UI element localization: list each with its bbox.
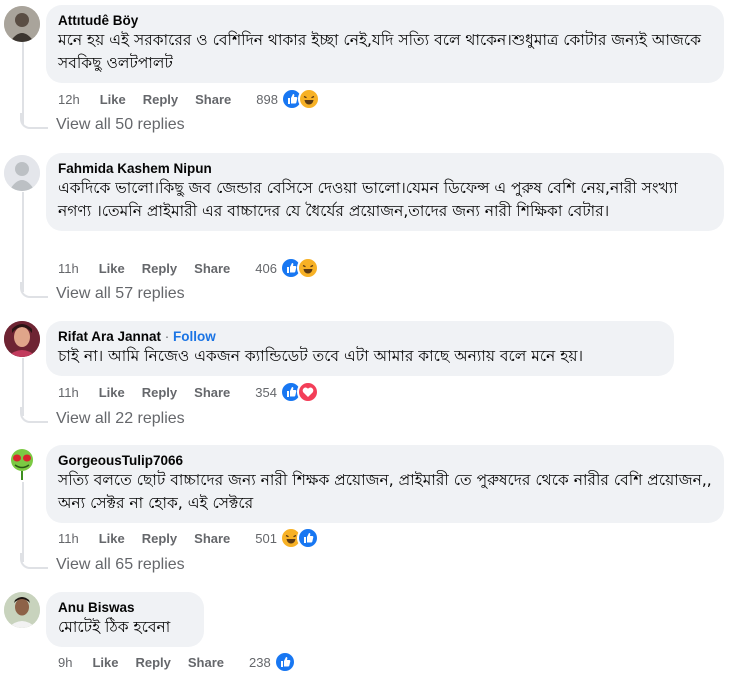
reaction-count: 354 (255, 384, 277, 400)
reaction-summary[interactable]: 406 (255, 257, 319, 279)
share-button[interactable]: Share (194, 261, 230, 276)
view-replies-label[interactable]: View all 57 replies (56, 285, 185, 303)
comment-author[interactable]: Fahmida Kashem Nipun (58, 160, 712, 177)
comment-author[interactable]: GorgeousTulip7066 (58, 452, 712, 469)
avatar[interactable] (4, 592, 40, 628)
follow-button[interactable]: Follow (173, 329, 216, 344)
avatar[interactable] (4, 445, 40, 481)
share-button[interactable]: Share (194, 531, 230, 546)
comment-time[interactable]: 12h (58, 92, 80, 107)
reply-thread-connector (20, 407, 48, 423)
reply-button[interactable]: Reply (142, 385, 177, 400)
avatar[interactable] (4, 155, 40, 191)
comment-text: একদিকে ভালো।কিছু জব জেন্ডার বেসিসে দেওয়… (58, 179, 678, 220)
comment-time[interactable]: 11h (58, 261, 79, 276)
comment-author: Rifat Ara Jannat · Follow (58, 328, 662, 345)
comment-bubble: Fahmida Kashem Nipun একদিকে ভালো।কিছু জব… (46, 153, 724, 231)
view-replies-link[interactable]: View all 22 replies (20, 407, 185, 428)
comment-actions: 11h Like Reply Share 501 (58, 527, 319, 549)
comment-text: মনে হয় এই সরকারের ও বেশিদিন থাকার ইচ্ছা… (58, 31, 701, 72)
avatar[interactable] (4, 6, 40, 42)
comment-time[interactable]: 11h (58, 531, 79, 546)
view-replies-label[interactable]: View all 50 replies (56, 116, 185, 134)
comment-bubble: Rifat Ara Jannat · Follow চাই না। আমি নি… (46, 321, 674, 376)
like-button[interactable]: Like (100, 92, 126, 107)
comment-actions: 11h Like Reply Share 406 (58, 257, 319, 279)
reaction-count: 898 (256, 91, 278, 107)
reply-button[interactable]: Reply (142, 531, 177, 546)
comment-author[interactable]: Anu Biswas (58, 599, 192, 616)
share-button[interactable]: Share (195, 92, 231, 107)
comment-bubble: Attıtudê Bö̈y মনে হয় এই সরকারের ও বেশিদ… (46, 5, 724, 83)
like-icon (273, 651, 296, 673)
reaction-count: 501 (255, 530, 277, 546)
reaction-summary[interactable]: 238 (249, 651, 296, 673)
author-name[interactable]: Rifat Ara Jannat (58, 329, 161, 344)
avatar[interactable] (4, 321, 40, 357)
view-replies-label[interactable]: View all 22 replies (56, 410, 185, 428)
separator-dot: · (161, 329, 174, 344)
haha-icon (297, 88, 320, 110)
reply-button[interactable]: Reply (142, 261, 177, 276)
reply-thread-connector (20, 553, 48, 569)
haha-icon (297, 257, 319, 279)
comment-author[interactable]: Attıtudê Bö̈y (58, 12, 712, 29)
comment-bubble: Anu Biswas মোটেই ঠিক হবেনা (46, 592, 204, 647)
comment-actions: 12h Like Reply Share 898 (58, 88, 320, 110)
reaction-count: 238 (249, 654, 271, 670)
love-icon (297, 381, 319, 403)
view-replies-link[interactable]: View all 57 replies (20, 282, 185, 303)
like-button[interactable]: Like (92, 655, 118, 670)
view-replies-link[interactable]: View all 50 replies (20, 113, 185, 134)
comment-bubble: GorgeousTulip7066 সত্যি বলতে ছোট বাচ্চাদ… (46, 445, 724, 523)
view-replies-link[interactable]: View all 65 replies (20, 553, 185, 574)
reaction-summary[interactable]: 898 (256, 88, 320, 110)
view-replies-label[interactable]: View all 65 replies (56, 556, 185, 574)
share-button[interactable]: Share (188, 655, 224, 670)
reply-button[interactable]: Reply (143, 92, 178, 107)
comment-text: সত্যি বলতে ছোট বাচ্চাদের জন্য নারী শিক্ষ… (58, 471, 712, 512)
reaction-summary[interactable]: 501 (255, 527, 319, 549)
reply-thread-connector (20, 282, 48, 298)
comment-text: মোটেই ঠিক হবেনা (58, 618, 171, 636)
reaction-summary[interactable]: 354 (255, 381, 319, 403)
comment-text: চাই না। আমি নিজেও একজন ক্যান্ডিডেট তবে এ… (58, 347, 584, 365)
like-icon (297, 527, 319, 549)
comment-actions: 11h Like Reply Share 354 (58, 381, 319, 403)
share-button[interactable]: Share (194, 385, 230, 400)
like-button[interactable]: Like (99, 531, 125, 546)
comment-time[interactable]: 11h (58, 385, 79, 400)
comment-actions: 9h Like Reply Share 238 (58, 651, 296, 673)
comment-time[interactable]: 9h (58, 655, 72, 670)
reaction-count: 406 (255, 260, 277, 276)
reply-button[interactable]: Reply (135, 655, 170, 670)
like-button[interactable]: Like (99, 261, 125, 276)
like-button[interactable]: Like (99, 385, 125, 400)
reply-thread-connector (20, 113, 48, 129)
